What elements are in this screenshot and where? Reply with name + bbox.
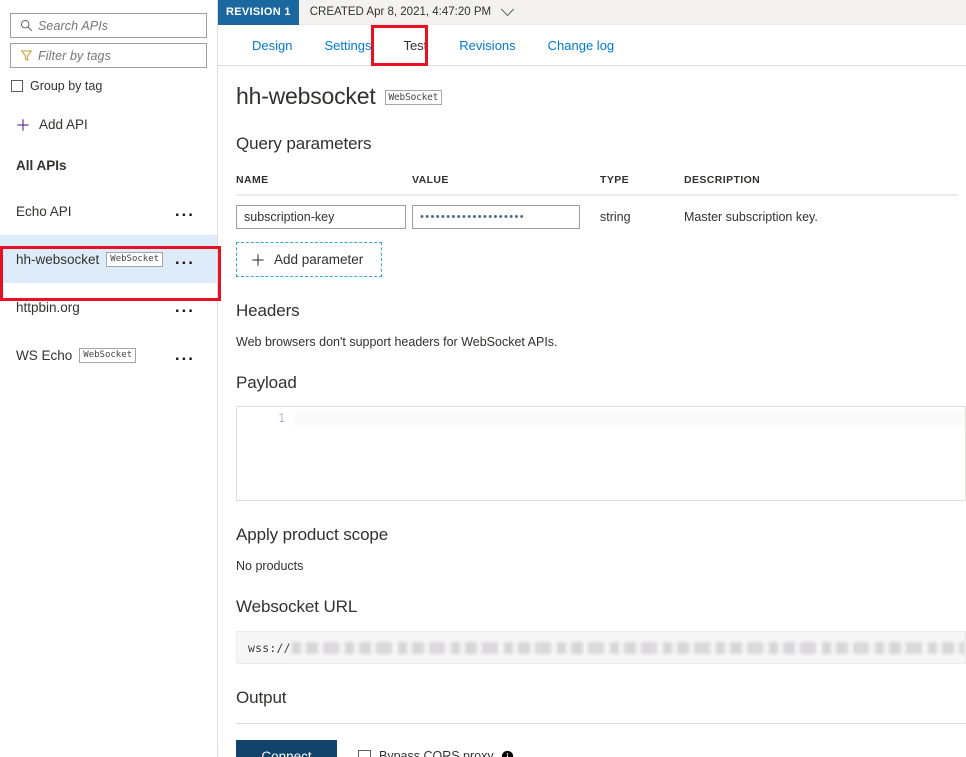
param-value-cell <box>412 195 600 229</box>
websocket-badge: WebSocket <box>106 252 163 267</box>
add-parameter-button[interactable]: Add parameter <box>236 242 382 277</box>
api-list-item-echo-api[interactable]: Echo API ... <box>0 187 217 235</box>
payload-heading: Payload <box>236 373 966 393</box>
bypass-cors-label: Bypass CORS proxy <box>379 749 494 757</box>
search-input[interactable]: Search APIs <box>10 13 207 38</box>
url-scheme: wss:// <box>248 641 291 655</box>
api-list: Echo API ... hh-websocket WebSocket ... … <box>0 187 217 379</box>
editor-current-line <box>295 411 965 427</box>
param-name-input[interactable] <box>236 205 406 229</box>
websocket-url-heading: Websocket URL <box>236 597 966 617</box>
tab-revisions[interactable]: Revisions <box>443 38 531 65</box>
query-parameters-heading: Query parameters <box>236 134 966 154</box>
websocket-badge: WebSocket <box>79 348 136 363</box>
payload-editor[interactable]: 1 <box>236 406 966 501</box>
page-title: hh-websocket WebSocket <box>236 83 966 110</box>
output-heading: Output <box>236 688 966 708</box>
api-list-item-hh-websocket[interactable]: hh-websocket WebSocket ... <box>0 235 217 283</box>
line-number: 1 <box>278 411 285 425</box>
api-management-test-page: Search APIs Filter by tags Group by tag <box>0 0 966 757</box>
table-header-row: NAME VALUE TYPE DESCRIPTION <box>236 174 958 195</box>
all-apis-heading: All APIs <box>16 158 217 173</box>
websocket-badge: WebSocket <box>385 90 443 105</box>
query-parameters-table: NAME VALUE TYPE DESCRIPTION st <box>236 174 958 229</box>
param-description-cell: Master subscription key. <box>684 195 958 229</box>
revision-created-text: CREATED Apr 8, 2021, 4:47:20 PM <box>310 6 491 18</box>
param-type-cell: string <box>600 195 684 229</box>
action-bar: Connect Bypass CORS proxy <box>236 740 966 757</box>
bypass-cors-proxy-checkbox[interactable]: Bypass CORS proxy <box>358 749 514 757</box>
context-menu-icon[interactable]: ... <box>175 303 195 311</box>
revision-created-selector[interactable]: CREATED Apr 8, 2021, 4:47:20 PM <box>310 6 515 18</box>
param-value-input[interactable] <box>412 205 580 229</box>
revision-bar: REVISION 1 CREATED Apr 8, 2021, 4:47:20 … <box>218 0 966 25</box>
context-menu-icon[interactable]: ... <box>175 351 195 359</box>
param-name-cell <box>236 195 412 229</box>
output-divider <box>236 723 966 724</box>
api-name: httpbin.org <box>16 300 80 315</box>
column-header-value: VALUE <box>412 174 600 195</box>
api-name: hh-websocket <box>16 252 99 267</box>
api-sidebar: Search APIs Filter by tags Group by tag <box>0 0 218 757</box>
api-name: WS Echo <box>16 348 72 363</box>
info-icon[interactable] <box>501 750 514 757</box>
revision-badge: REVISION 1 <box>218 0 299 25</box>
headers-heading: Headers <box>236 301 966 321</box>
product-scope-value: No products <box>236 559 966 573</box>
search-icon <box>17 19 35 32</box>
add-api-button[interactable]: Add API <box>16 117 217 132</box>
connect-button[interactable]: Connect <box>236 740 337 757</box>
context-menu-icon[interactable]: ... <box>175 255 195 263</box>
column-header-name: NAME <box>236 174 412 195</box>
plus-icon <box>16 118 30 132</box>
group-by-tag-checkbox[interactable]: Group by tag <box>0 73 217 93</box>
context-menu-icon[interactable]: ... <box>175 207 195 215</box>
product-scope-heading: Apply product scope <box>236 525 966 545</box>
tab-design[interactable]: Design <box>236 38 308 65</box>
filter-funnel-icon <box>17 49 35 62</box>
tab-bar: Design Settings Test Revisions Change lo… <box>218 25 966 66</box>
group-by-tag-label: Group by tag <box>30 79 102 93</box>
chevron-down-icon <box>500 8 515 17</box>
checkbox-box <box>358 750 371 757</box>
tab-test[interactable]: Test <box>387 38 443 65</box>
editor-text-area[interactable] <box>295 407 965 500</box>
filter-tags-input[interactable]: Filter by tags <box>10 43 207 68</box>
add-parameter-label: Add parameter <box>274 252 363 267</box>
tab-settings[interactable]: Settings <box>308 38 387 65</box>
api-name: Echo API <box>16 204 72 219</box>
api-list-item-httpbin-org[interactable]: httpbin.org ... <box>0 283 217 331</box>
editor-gutter: 1 <box>237 407 295 500</box>
api-list-item-ws-echo[interactable]: WS Echo WebSocket ... <box>0 331 217 379</box>
table-row: string Master subscription key. <box>236 195 958 229</box>
search-placeholder: Search APIs <box>38 19 108 33</box>
column-header-type: TYPE <box>600 174 684 195</box>
add-api-label: Add API <box>39 117 88 132</box>
column-header-description: DESCRIPTION <box>684 174 958 195</box>
main-panel: REVISION 1 CREATED Apr 8, 2021, 4:47:20 … <box>218 0 966 757</box>
test-console: hh-websocket WebSocket Query parameters … <box>218 83 966 757</box>
redacted-url-text <box>292 642 965 654</box>
headers-note: Web browsers don't support headers for W… <box>236 335 966 349</box>
plus-icon <box>251 253 265 267</box>
api-title-text: hh-websocket <box>236 83 376 110</box>
sidebar-filters: Search APIs Filter by tags <box>0 0 217 68</box>
checkbox-box <box>11 80 23 92</box>
filter-placeholder: Filter by tags <box>38 49 111 63</box>
websocket-url-field[interactable]: wss:// <box>236 631 966 664</box>
tab-change-log[interactable]: Change log <box>532 38 631 65</box>
